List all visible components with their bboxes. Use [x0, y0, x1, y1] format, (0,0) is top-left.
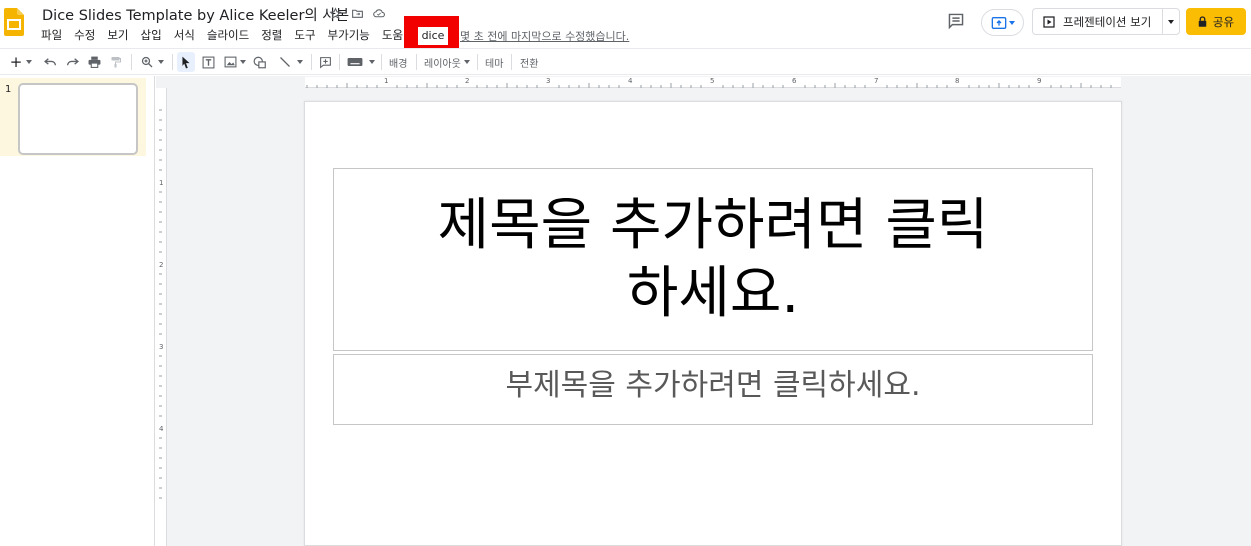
- zoom-icon: [141, 56, 152, 68]
- slide-filmstrip: 1: [0, 76, 155, 546]
- share-label: 공유: [1212, 14, 1235, 29]
- subtitle-placeholder-text: 부제목을 추가하려면 클릭하세요.: [505, 367, 921, 403]
- play-icon: [1043, 15, 1055, 28]
- ruler-number: 4: [628, 77, 633, 85]
- layout-label: 레이아웃: [424, 58, 461, 70]
- shape-icon[interactable]: [252, 52, 268, 72]
- menu-slide[interactable]: 슬라이드: [201, 26, 255, 44]
- toolbar: + 배경 레이아웃 테마 전환: [0, 48, 1251, 114]
- ruler-number: 7: [874, 77, 879, 85]
- toolbar-divider: [339, 54, 340, 70]
- line-icon: [280, 57, 290, 67]
- insert-image-button[interactable]: [222, 52, 248, 72]
- ruler-number: 4: [159, 425, 164, 433]
- ruler-number: 1: [384, 77, 389, 85]
- add-comment-icon[interactable]: [317, 52, 333, 72]
- toolbar-divider: [477, 54, 478, 70]
- menu-view[interactable]: 보기: [101, 26, 134, 44]
- toolbar-divider: [416, 54, 417, 70]
- text-box-icon[interactable]: [200, 52, 216, 72]
- horizontal-ruler[interactable]: 1 2 3 4 5 6 7 8 9: [305, 77, 1121, 88]
- slide-thumbnail[interactable]: [18, 83, 138, 155]
- vertical-ruler[interactable]: 1 2 3 4: [156, 88, 167, 546]
- star-icon[interactable]: [328, 6, 342, 20]
- menu-tools[interactable]: 도구: [288, 26, 321, 44]
- ruler-number: 2: [465, 77, 470, 85]
- input-tools-button[interactable]: [345, 52, 377, 72]
- menu-file[interactable]: 파일: [35, 26, 68, 44]
- chevron-down-icon: [157, 60, 164, 64]
- new-slide-button[interactable]: +: [6, 52, 36, 72]
- toolbar-divider: [172, 54, 173, 70]
- ruler-number: 2: [159, 261, 164, 269]
- keyboard-icon: [347, 58, 363, 66]
- filmstrip-row-selected: 1: [0, 78, 146, 156]
- menu-dice[interactable]: dice: [418, 27, 448, 45]
- ruler-number: 3: [546, 77, 551, 85]
- comment-history-icon[interactable]: [945, 11, 967, 31]
- theme-button[interactable]: 테마: [485, 55, 503, 70]
- select-cursor-icon[interactable]: [177, 52, 195, 72]
- ruler-number: 5: [710, 77, 715, 85]
- title-placeholder-box[interactable]: 제목을 추가하려면 클릭하세요.: [333, 168, 1093, 351]
- present-upload-button[interactable]: [981, 9, 1024, 36]
- slides-logo-icon[interactable]: [4, 8, 24, 36]
- toolbar-divider: [381, 54, 382, 70]
- background-button[interactable]: 배경: [389, 55, 407, 70]
- upload-screen-icon: [991, 16, 1006, 29]
- print-icon[interactable]: [86, 52, 102, 72]
- redo-icon[interactable]: [64, 52, 80, 72]
- toolbar-divider: [511, 54, 512, 70]
- slide-number: 1: [5, 84, 12, 95]
- present-button[interactable]: 프레젠테이션 보기: [1032, 8, 1163, 35]
- menu-addons[interactable]: 부가기능: [322, 26, 376, 44]
- last-edit-link[interactable]: 몇 초 전에 마지막으로 수정했습니다.: [460, 28, 629, 44]
- ruler-corner: [166, 77, 305, 88]
- chevron-down-icon: [463, 60, 470, 64]
- ruler-number: 6: [792, 77, 797, 85]
- header-bar: Dice Slides Template by Alice Keeler의 사본…: [0, 0, 1251, 56]
- title-placeholder-text: 제목을 추가하려면 클릭하세요.: [437, 192, 989, 326]
- subtitle-placeholder-box[interactable]: 부제목을 추가하려면 클릭하세요.: [333, 354, 1093, 425]
- ruler-number: 8: [955, 77, 960, 85]
- zoom-button[interactable]: [137, 52, 167, 72]
- lock-icon: [1198, 16, 1207, 27]
- plus-icon: +: [9, 52, 23, 71]
- share-button[interactable]: 공유: [1186, 8, 1246, 35]
- move-folder-icon[interactable]: [350, 6, 364, 20]
- ruler-number: 1: [159, 179, 164, 187]
- ruler-number: 3: [159, 343, 164, 351]
- chevron-down-icon: [297, 60, 303, 64]
- ruler-number: 9: [1037, 77, 1042, 85]
- toolbar-divider: [311, 54, 312, 70]
- menu-edit[interactable]: 수정: [68, 26, 101, 44]
- paint-format-icon[interactable]: [108, 52, 124, 72]
- chevron-down-icon: [240, 60, 246, 64]
- transition-button[interactable]: 전환: [520, 55, 538, 70]
- cloud-status-icon[interactable]: [372, 6, 386, 20]
- line-tool-button[interactable]: [276, 52, 306, 72]
- present-options-dropdown[interactable]: [1162, 8, 1180, 35]
- chevron-down-icon: [1168, 19, 1174, 24]
- chevron-down-icon: [26, 60, 33, 64]
- undo-icon[interactable]: [42, 52, 58, 72]
- document-title[interactable]: Dice Slides Template by Alice Keeler의 사본: [42, 4, 349, 25]
- menu-arrange[interactable]: 정렬: [255, 26, 288, 44]
- menu-format[interactable]: 서식: [168, 26, 201, 44]
- image-icon: [224, 56, 237, 68]
- menu-bar: 파일 수정 보기 삽입 서식 슬라이드 정렬 도구 부가기능 도움말: [35, 26, 420, 44]
- toolbar-divider: [131, 54, 132, 70]
- present-label: 프레젠테이션 보기: [1063, 14, 1152, 29]
- chevron-down-icon: [1008, 20, 1015, 25]
- menu-insert[interactable]: 삽입: [135, 26, 168, 44]
- layout-button[interactable]: 레이아웃: [424, 52, 474, 72]
- chevron-down-icon: [369, 60, 375, 64]
